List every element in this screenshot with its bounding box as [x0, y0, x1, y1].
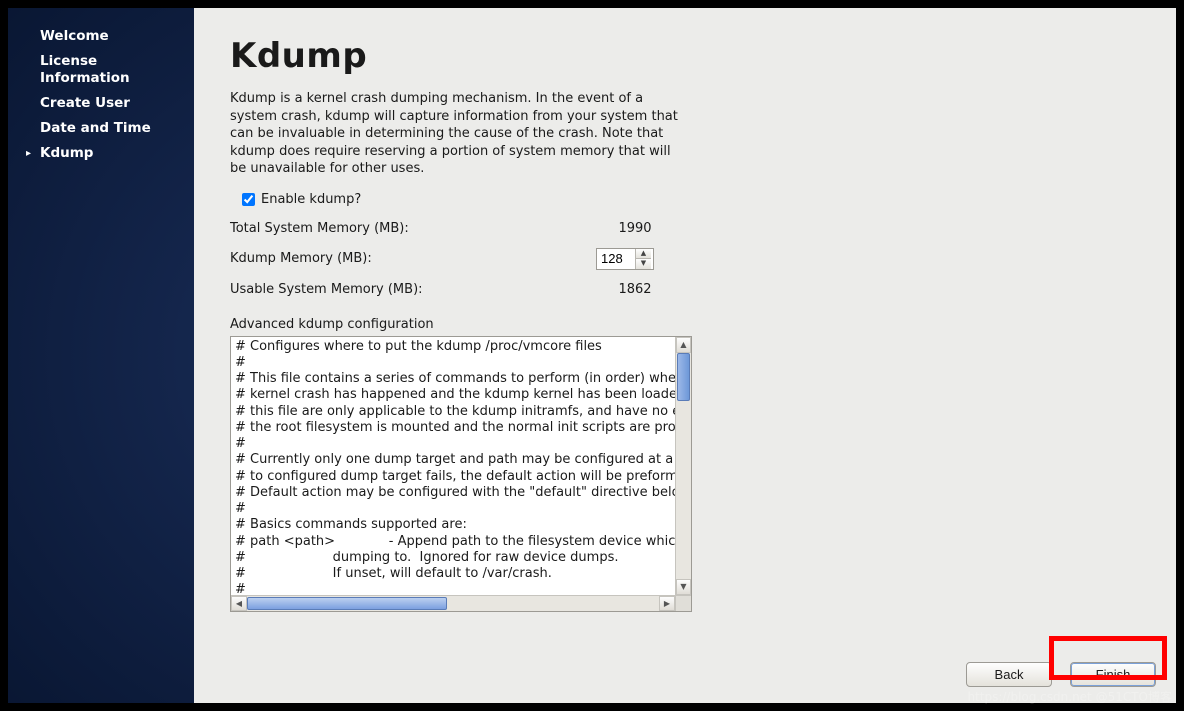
main-content: Kdump Kdump is a kernel crash dumping me… [194, 8, 1176, 703]
enable-kdump-label: Enable kdump? [261, 192, 361, 207]
hscroll-track[interactable] [247, 596, 659, 611]
total-memory-value: 1990 [600, 221, 670, 236]
back-button[interactable]: Back [966, 662, 1052, 687]
sidebar-item-label: License Information [40, 53, 180, 87]
sidebar-item-label: Kdump [40, 145, 93, 162]
vertical-scrollbar[interactable]: ▲ ▼ [675, 337, 691, 595]
hscroll-thumb[interactable] [247, 597, 447, 610]
sidebar-item-welcome[interactable]: ▸ Welcome [26, 28, 180, 45]
spinner-up-icon[interactable]: ▲ [636, 249, 651, 260]
scroll-up-icon[interactable]: ▲ [676, 337, 691, 353]
vscroll-track[interactable] [676, 353, 691, 579]
page-title: Kdump [230, 36, 1148, 76]
kdump-memory-label: Kdump Memory (MB): [230, 251, 600, 266]
kdump-memory-input[interactable] [597, 249, 635, 269]
sidebar-item-label: Date and Time [40, 120, 151, 137]
usable-memory-value: 1862 [600, 282, 670, 297]
chevron-right-icon: ▸ [26, 145, 36, 162]
finish-button[interactable]: Finish [1070, 662, 1156, 687]
advanced-config-label: Advanced kdump configuration [230, 317, 1148, 332]
sidebar-item-label: Welcome [40, 28, 109, 45]
advanced-config-textarea[interactable] [231, 337, 675, 595]
scroll-left-icon[interactable]: ◀ [231, 596, 247, 611]
advanced-config-box: ▲ ▼ ◀ ▶ [230, 336, 692, 612]
vscroll-thumb[interactable] [677, 353, 690, 401]
footer-buttons: Back Finish [966, 662, 1156, 687]
scroll-down-icon[interactable]: ▼ [676, 579, 691, 595]
spinner-down-icon[interactable]: ▼ [636, 259, 651, 269]
sidebar-item-license-information[interactable]: ▸ License Information [26, 53, 180, 87]
sidebar-item-label: Create User [40, 95, 130, 112]
horizontal-scrollbar[interactable]: ◀ ▶ [231, 595, 675, 611]
kdump-memory-spinner[interactable]: ▲ ▼ [596, 248, 654, 270]
sidebar-item-create-user[interactable]: ▸ Create User [26, 95, 180, 112]
kdump-form: Enable kdump? Total System Memory (MB): … [230, 192, 1148, 612]
sidebar-item-date-and-time[interactable]: ▸ Date and Time [26, 120, 180, 137]
firstboot-window: ▸ Welcome ▸ License Information ▸ Create… [8, 8, 1176, 703]
scroll-corner [675, 595, 691, 611]
scroll-right-icon[interactable]: ▶ [659, 596, 675, 611]
total-memory-label: Total System Memory (MB): [230, 221, 600, 236]
intro-text: Kdump is a kernel crash dumping mechanis… [230, 90, 680, 178]
usable-memory-label: Usable System Memory (MB): [230, 282, 600, 297]
sidebar: ▸ Welcome ▸ License Information ▸ Create… [8, 8, 194, 703]
enable-kdump-checkbox[interactable] [242, 193, 255, 206]
sidebar-item-kdump[interactable]: ▸ Kdump [26, 145, 180, 162]
